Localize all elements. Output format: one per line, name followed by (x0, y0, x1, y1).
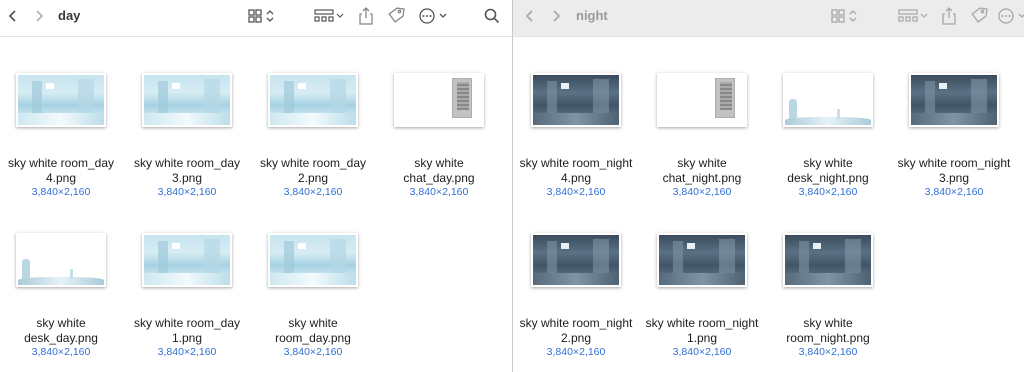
back-chevron-icon[interactable] (4, 0, 22, 32)
file-thumbnail (142, 233, 232, 287)
file-label: sky white chat_night.png 3,840×2,160 (639, 156, 765, 199)
toolbar: night (513, 0, 1024, 37)
finder-window-day: day sky white room_day 4.png 3,840×2,160 sk… (0, 0, 513, 372)
file-dimensions: 3,840×2,160 (283, 346, 343, 358)
back-chevron-icon[interactable] (521, 0, 539, 32)
file-dimensions: 3,840×2,160 (546, 346, 606, 358)
file-thumbnail (16, 73, 106, 127)
file-label: sky white room_day.png 3,840×2,160 (250, 316, 376, 359)
file-name: sky white room_night.png (786, 316, 870, 345)
file-thumbnail (531, 233, 621, 287)
toolbar: day (0, 0, 513, 37)
file-label: sky white room_day 4.png 3,840×2,160 (0, 156, 124, 199)
file-name: sky white room_night 1.png (645, 316, 759, 345)
forward-chevron-icon[interactable] (547, 0, 565, 32)
file-dimensions: 3,840×2,160 (546, 186, 606, 198)
file-label: sky white room_day 3.png 3,840×2,160 (124, 156, 250, 199)
file-label: sky white room_night.png 3,840×2,160 (765, 316, 891, 359)
file-dimensions: 3,840×2,160 (283, 186, 343, 198)
more-icon[interactable] (997, 0, 1024, 32)
tag-icon[interactable] (969, 0, 989, 32)
file-label: sky white desk_day.png 3,840×2,160 (0, 316, 124, 359)
window-title: night (576, 8, 608, 23)
file-name: sky white room_day 3.png (133, 156, 241, 185)
file-dimensions: 3,840×2,160 (157, 346, 217, 358)
file-thumbnail (268, 233, 358, 287)
file-label: sky white chat_day.png 3,840×2,160 (376, 156, 502, 199)
search-icon[interactable] (482, 0, 502, 32)
file-name: sky white room_night 4.png (519, 156, 633, 185)
file-name: sky white room_day 1.png (133, 316, 241, 345)
file-label: sky white room_night 3.png 3,840×2,160 (891, 156, 1017, 199)
file-dimensions: 3,840×2,160 (409, 186, 469, 198)
file-thumbnail (657, 233, 747, 287)
file-name: sky white room_day 2.png (259, 156, 367, 185)
file-name: sky white room_day.png (275, 316, 351, 345)
file-dimensions: 3,840×2,160 (31, 346, 91, 358)
share-icon[interactable] (356, 0, 376, 32)
file-label: sky white room_night 2.png 3,840×2,160 (513, 316, 639, 359)
more-icon[interactable] (418, 0, 448, 32)
file-thumbnail (394, 73, 484, 127)
share-icon[interactable] (939, 0, 959, 32)
file-label: sky white room_day 1.png 3,840×2,160 (124, 316, 250, 359)
file-dimensions: 3,840×2,160 (31, 186, 91, 198)
grid-view-icon[interactable] (829, 0, 861, 32)
file-dimensions: 3,840×2,160 (157, 186, 217, 198)
file-name: sky white room_night 2.png (519, 316, 633, 345)
file-dimensions: 3,840×2,160 (798, 346, 858, 358)
window-title: day (58, 8, 81, 23)
group-by-icon[interactable] (896, 0, 930, 32)
file-dimensions: 3,840×2,160 (798, 186, 858, 198)
file-name: sky white desk_day.png (24, 316, 98, 345)
file-name: sky white room_night 3.png (897, 156, 1011, 185)
file-thumbnail (16, 233, 106, 287)
file-name: sky white chat_night.png (662, 156, 742, 185)
file-thumbnail (268, 73, 358, 127)
forward-chevron-icon[interactable] (30, 0, 48, 32)
file-label: sky white desk_night.png 3,840×2,160 (765, 156, 891, 199)
file-name: sky white room_day 4.png (7, 156, 115, 185)
file-thumbnail (142, 73, 232, 127)
file-dimensions: 3,840×2,160 (672, 346, 732, 358)
file-thumbnail (531, 73, 621, 127)
file-label: sky white room_night 1.png 3,840×2,160 (639, 316, 765, 359)
file-name: sky white desk_night.png (787, 156, 869, 185)
grid-view-icon[interactable] (246, 0, 278, 32)
file-thumbnail (783, 233, 873, 287)
file-dimensions: 3,840×2,160 (672, 186, 732, 198)
tag-icon[interactable] (386, 0, 406, 32)
group-by-icon[interactable] (312, 0, 346, 32)
file-label: sky white room_day 2.png 3,840×2,160 (250, 156, 376, 199)
file-thumbnail (909, 73, 999, 127)
file-thumbnail (783, 73, 873, 127)
file-dimensions: 3,840×2,160 (924, 186, 984, 198)
finder-window-night: night sky white room_night 4.png 3,840×2,1… (513, 0, 1024, 372)
file-thumbnail (657, 73, 747, 127)
file-name: sky white chat_day.png (403, 156, 475, 185)
file-label: sky white room_night 4.png 3,840×2,160 (513, 156, 639, 199)
